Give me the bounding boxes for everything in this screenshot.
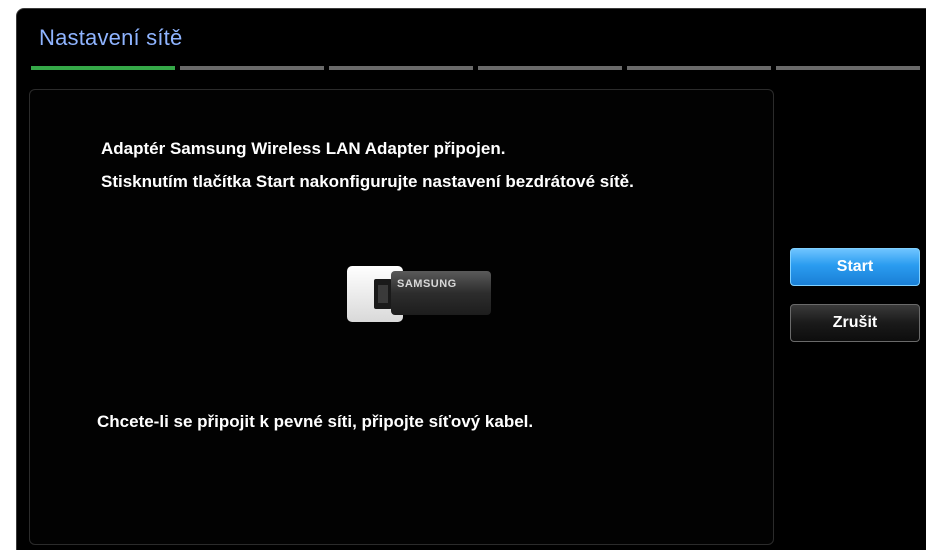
dialog-title: Nastavení sítě xyxy=(39,25,183,50)
progress-step-1 xyxy=(31,66,175,70)
start-button[interactable]: Start xyxy=(790,248,920,286)
adapter-brand-label: SAMSUNG xyxy=(397,278,457,290)
progress-step-3 xyxy=(329,66,473,70)
content-panel: Adaptér Samsung Wireless LAN Adapter při… xyxy=(29,89,774,545)
start-instruction-message: Stisknutím tlačítka Start nakonfigurujte… xyxy=(101,172,634,191)
progress-step-2 xyxy=(180,66,324,70)
cancel-button[interactable]: Zrušit xyxy=(790,304,920,342)
progress-step-4 xyxy=(478,66,622,70)
screen: Nastavení sítě Adaptér Samsung Wireless … xyxy=(0,0,926,550)
wired-network-hint: Chcete-li se připojit k pevné síti, přip… xyxy=(97,412,534,431)
progress-step-5 xyxy=(627,66,771,70)
adapter-connected-message: Adaptér Samsung Wireless LAN Adapter při… xyxy=(101,139,506,158)
usb-connector xyxy=(374,279,392,309)
usb-adapter-icon: SAMSUNG xyxy=(347,265,492,325)
network-settings-dialog: Nastavení sítě Adaptér Samsung Wireless … xyxy=(16,8,926,550)
progress-step-6 xyxy=(776,66,920,70)
progress-steps xyxy=(31,66,926,70)
